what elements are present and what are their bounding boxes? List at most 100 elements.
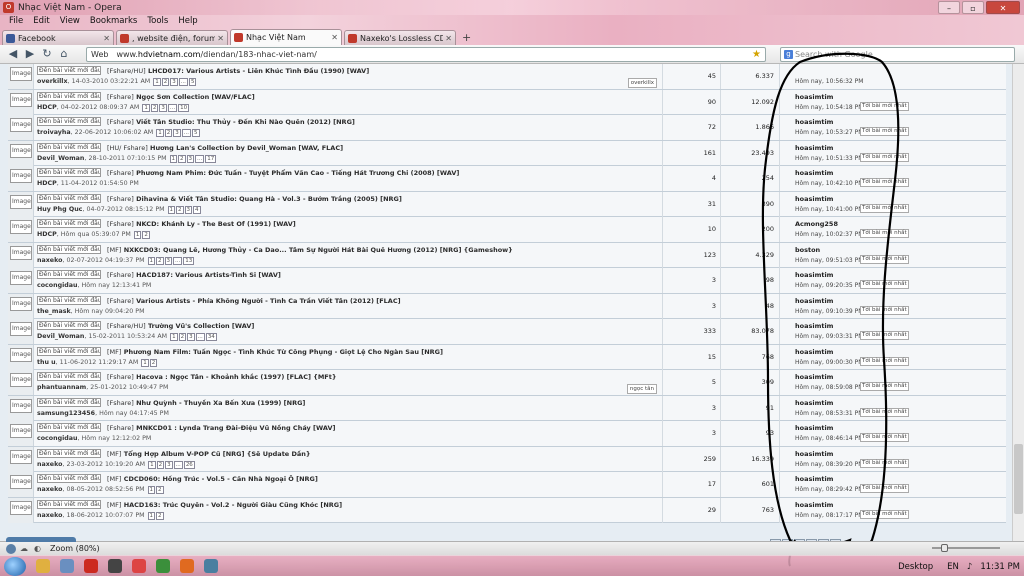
thread-author[interactable]: naxeko [37, 486, 62, 493]
last-post-user[interactable]: hoasimtim [795, 450, 833, 458]
goto-last-post-button[interactable]: Tới bài mới nhất [860, 127, 909, 136]
thread-title-link[interactable]: [MF] Phương Nam Film: Tuấn Ngọc - Tình K… [107, 348, 443, 356]
thread-title-link[interactable]: [MF] HACD163: Trúc Quyên - Vol.2 - Người… [107, 501, 342, 509]
last-post-user[interactable]: boston [795, 246, 820, 254]
forward-arrow-icon[interactable]: ▶ [23, 47, 37, 61]
menu-help[interactable]: Help [173, 15, 202, 28]
thread-title-link[interactable]: [Fshare] Hacova : Ngọc Tân - Khoảnh khắc… [107, 373, 336, 381]
search-input[interactable]: g Search with Google [780, 47, 1015, 62]
page-link[interactable]: 26 [183, 460, 195, 469]
goto-first-new-post-button[interactable]: Đến bài viết mới đầu tiên [37, 397, 101, 407]
page-link[interactable]: 1 [133, 231, 142, 239]
page-link[interactable]: 2 [149, 358, 158, 367]
page-link[interactable]: 2 [156, 486, 164, 494]
goto-first-new-post-button[interactable]: Đến bài viết mới đầu tiên [37, 270, 101, 279]
page-link[interactable]: 2 [164, 129, 173, 137]
close-button[interactable]: ✕ [986, 1, 1020, 14]
home-icon[interactable]: ⌂ [57, 47, 71, 61]
page-link[interactable]: 1 [147, 256, 156, 265]
new-tab-button[interactable]: + [462, 31, 471, 45]
goto-last-post-button[interactable]: Tới bài mới nhất [860, 356, 909, 366]
page-link[interactable]: 2 [150, 103, 159, 112]
tab-3[interactable]: Naxeko's Lossless CDs ...✕ [344, 30, 456, 45]
thread-author[interactable]: the_mask [37, 308, 71, 315]
page-link[interactable]: 1 [167, 205, 176, 214]
tab-close-icon[interactable]: ✕ [445, 34, 452, 43]
thread-author[interactable]: troivayha [37, 129, 71, 136]
page-link[interactable]: 1 [153, 78, 161, 86]
page-link[interactable]: 2 [142, 231, 150, 239]
clock[interactable]: 11:31 PM [980, 562, 1020, 572]
page-link[interactable]: 1 [147, 486, 156, 494]
page-link[interactable]: ... [173, 460, 183, 469]
last-post-user[interactable]: hoasimtim [795, 475, 833, 483]
goto-first-new-post-button[interactable]: Đến bài viết mới đầu tiên [37, 448, 101, 458]
last-post-user[interactable]: hoasimtim [795, 93, 833, 101]
thread-title-link[interactable]: [Fshare] HACD187: Various Artists-Tình S… [107, 271, 281, 279]
taskbar-chrome-icon[interactable] [156, 559, 170, 573]
taskbar-opera-icon[interactable] [84, 559, 98, 573]
page-link[interactable]: ... [195, 154, 205, 163]
page-link[interactable]: ... [167, 103, 178, 112]
page-link[interactable]: ... [181, 129, 191, 137]
taskbar-media-icon[interactable] [60, 559, 74, 573]
taskbar-app-icon[interactable] [108, 559, 122, 573]
zoom-level[interactable]: Zoom (80%) [50, 544, 100, 553]
cloud-icon[interactable]: ☁ [20, 544, 29, 553]
goto-first-new-post-button[interactable]: Đến bài viết mới đầu tiên [37, 193, 101, 203]
thread-title-link[interactable]: [HU/ Fshare] Hương Lan's Collection by D… [107, 144, 343, 152]
panel-toggle-icon[interactable] [6, 543, 16, 554]
back-arrow-icon[interactable]: ◀ [6, 47, 20, 61]
goto-first-new-post-button[interactable]: Đến bài viết mới đầu tiên [37, 474, 101, 483]
goto-first-new-post-button[interactable]: Đến bài viết mới đầu tiên [37, 295, 101, 305]
page-scrollbar[interactable] [1012, 64, 1024, 541]
last-post-user[interactable]: hoasimtim [795, 424, 833, 432]
menu-bookmarks[interactable]: Bookmarks [85, 15, 143, 28]
goto-first-new-post-button[interactable]: Đến bài viết mới đầu tiên [37, 168, 101, 177]
last-post-user[interactable]: Acmong258 [795, 220, 838, 228]
last-post-user[interactable]: hoasimtim [795, 297, 833, 305]
page-link[interactable]: ... [173, 256, 183, 265]
thread-author[interactable]: phantuannam [37, 384, 86, 391]
goto-first-new-post-button[interactable]: Đến bài viết mới đầu tiên [37, 244, 101, 254]
thread-tag[interactable]: overkillx [627, 78, 657, 88]
menu-edit[interactable]: Edit [28, 15, 54, 28]
goto-first-new-post-button[interactable]: Đến bài viết mới đầu tiên [37, 321, 101, 330]
goto-first-new-post-button[interactable]: Đến bài viết mới đầu tiên [37, 91, 101, 101]
thread-title-link[interactable]: [Fshare] Dihavina & Viết Tân Studio: Qua… [107, 195, 402, 203]
page-link[interactable]: 3 [186, 154, 195, 163]
goto-last-post-button[interactable]: Tới bài mới nhất [860, 331, 909, 340]
thread-title-link[interactable]: [Fshare] Viết Tân Studio: Thu Thủy - Đến… [107, 118, 355, 126]
scrollbar-thumb[interactable] [1014, 444, 1023, 514]
thread-title-link[interactable]: [Fshare] Ngọc Sơn Collection [WAV/FLAC] [107, 93, 255, 101]
thread-author[interactable]: cocongidau [37, 282, 78, 289]
tab-close-icon[interactable]: ✕ [331, 33, 338, 42]
tab-close-icon[interactable]: ✕ [103, 34, 110, 43]
page-link[interactable]: 3 [159, 103, 167, 112]
page-link[interactable]: 2 [178, 154, 186, 163]
goto-first-new-post-button[interactable]: Đến bài viết mới đầu tiên [37, 66, 101, 75]
taskbar-network-icon[interactable] [204, 559, 218, 573]
goto-first-new-post-button[interactable]: Đến bài viết mới đầu tiên [37, 372, 101, 381]
page-link[interactable]: 1 [156, 129, 164, 137]
last-post-user[interactable]: hoasimtim [795, 144, 833, 152]
tab-2[interactable]: Nhạc Việt Nam ✕ [230, 29, 342, 45]
goto-last-post-button[interactable]: Tới bài mới nhất [860, 433, 909, 442]
bookmark-star-icon[interactable]: ★ [752, 49, 761, 60]
menu-file[interactable]: File [4, 15, 28, 28]
thread-author[interactable]: naxeko [37, 257, 62, 264]
last-post-user[interactable]: hoasimtim [795, 373, 833, 381]
goto-last-post-button[interactable]: Tới bài mới nhất [860, 152, 909, 162]
thread-author[interactable]: samsung123456 [37, 410, 95, 417]
thread-title-link[interactable]: [Fshare] NKCD: Khánh Ly - The Best Of (1… [107, 220, 296, 228]
goto-last-post-button[interactable]: Tới bài mới nhất [860, 229, 909, 238]
goto-first-new-post-button[interactable]: Đến bài viết mới đầu tiên [37, 499, 101, 509]
thread-author[interactable]: naxeko [37, 512, 62, 519]
goto-first-new-post-button[interactable]: Đến bài viết mới đầu tiên [37, 117, 101, 126]
turbo-icon[interactable]: ◐ [34, 544, 43, 553]
last-post-user[interactable]: hoasimtim [795, 501, 833, 509]
thread-author[interactable]: HDCP [37, 180, 57, 187]
page-link[interactable]: 4 [193, 205, 201, 214]
thread-title-link[interactable]: [Fshare] MNKCD01 : Lynda Trang Đài-Điệu … [107, 424, 335, 432]
thread-title-link[interactable]: [MF] Tổng Hợp Album V-POP Cũ [NRG] {Sẽ U… [107, 450, 311, 458]
